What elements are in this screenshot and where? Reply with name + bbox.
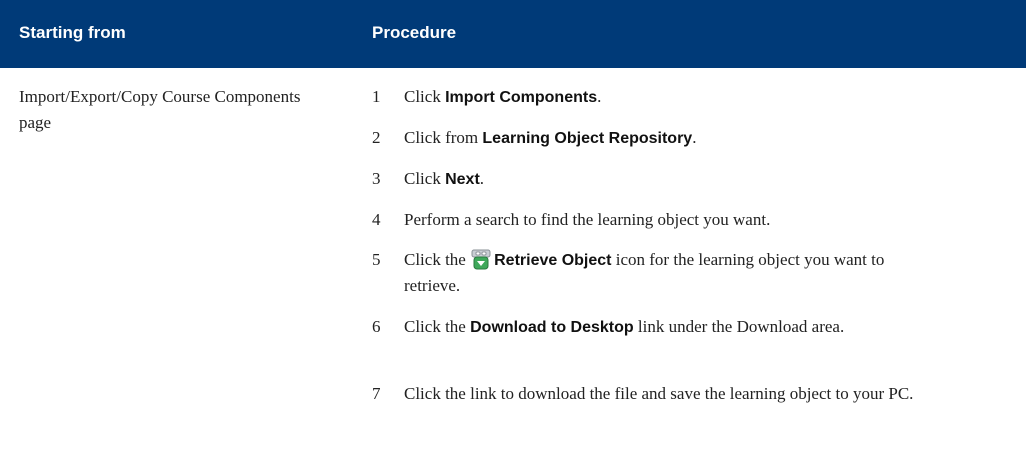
step-text: Click Import Components. <box>404 84 924 110</box>
step-text-post: . <box>692 128 697 147</box>
step-text-pre: Click the <box>404 250 471 269</box>
step-text-pre: Click from <box>404 128 483 147</box>
step-number: 7 <box>372 384 381 403</box>
table-header: Starting from Procedure <box>0 0 1026 68</box>
header-starting-from: Starting from <box>19 23 126 42</box>
step-text: Click the link to download the file and … <box>404 384 914 403</box>
step-text-pre: Click <box>404 169 446 188</box>
starting-from-cell: Import/Export/Copy Course Components pag… <box>19 87 301 132</box>
ui-label-import-components: Import Components <box>445 89 598 106</box>
ui-label-retrieve-object: Retrieve Object <box>494 252 612 269</box>
step-text-post: . <box>479 169 485 188</box>
procedure-table: Starting from Procedure Import/Export/Co… <box>0 0 1026 459</box>
step-number: 1 <box>372 87 381 106</box>
step-text-post: . <box>597 87 602 106</box>
step-number: 5 <box>372 250 381 269</box>
step-text-pre: Click the <box>404 317 471 336</box>
step-number: 6 <box>372 317 381 336</box>
step-text-pre: Click <box>404 87 446 106</box>
retrieve-object-icon <box>470 249 492 271</box>
table-body: Import/Export/Copy Course Components pag… <box>0 68 1026 459</box>
step-text: Click the Download to Desktop link under… <box>404 314 924 340</box>
ui-label-download-to-desktop: Download to Desktop <box>470 319 634 336</box>
ui-label-learning-object-repository: Learning Object Repository <box>482 130 693 147</box>
step-text: Click the Retrieve Object icon for the l… <box>404 247 924 298</box>
step-text: Click Next. <box>404 166 924 192</box>
step-text: Click from Learning Object Repository. <box>404 125 924 151</box>
step-number: 2 <box>372 128 381 147</box>
ui-label-next: Next <box>445 171 480 188</box>
header-procedure: Procedure <box>372 23 457 42</box>
step-text-post: link under the Download area. <box>633 317 845 336</box>
step-number: 4 <box>372 210 381 229</box>
step-text: Perform a search to find the learning ob… <box>404 210 771 229</box>
step-number: 3 <box>372 169 381 188</box>
